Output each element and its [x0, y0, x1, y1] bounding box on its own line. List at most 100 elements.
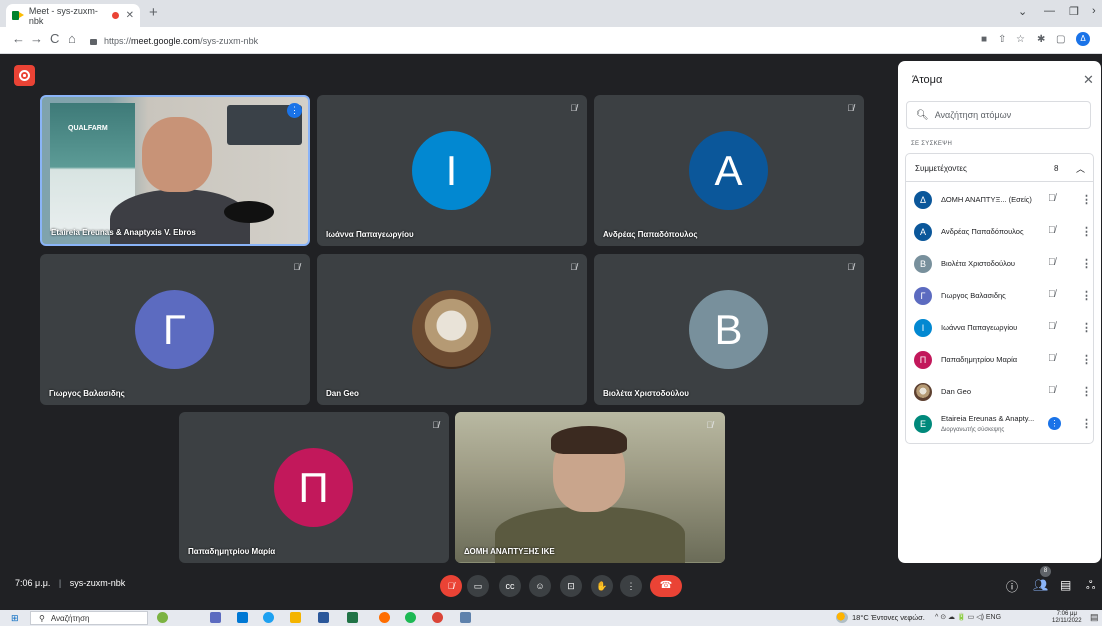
participant-row[interactable]: Ι Ιωάννα Παπαγεωργίου 🎙̸ ⋮ [906, 312, 1093, 344]
close-panel-icon[interactable]: ✕ [1083, 72, 1094, 88]
more-options-icon[interactable]: ⋮ [1081, 417, 1092, 430]
people-count-badge: 8 [1040, 566, 1051, 577]
more-options-icon[interactable]: ⋮ [1081, 193, 1092, 206]
more-options-icon[interactable]: ⋮ [1081, 385, 1092, 398]
minimize-icon[interactable]: — [1044, 5, 1055, 17]
notifications-icon[interactable]: ▤ [1090, 612, 1099, 623]
participant-row[interactable]: Β Βιολέτα Χριστοδούλου 🎙̸ ⋮ [906, 248, 1093, 280]
extensions-icon[interactable]: ✱ [1037, 34, 1045, 45]
browser-tab[interactable]: Meet - sys-zuxm-nbk ✕ [6, 4, 140, 27]
new-tab-icon[interactable]: + [149, 4, 158, 21]
meeting-details-icon[interactable]: ⓘ [1006, 578, 1018, 595]
chrome-icon[interactable] [432, 612, 443, 623]
file-explorer-icon[interactable] [290, 612, 301, 623]
meeting-info: 7:06 μ.μ. | sys-zuxm-nbk [15, 578, 125, 588]
mail-icon[interactable] [237, 612, 248, 623]
search-icon: ⚲ [39, 613, 45, 623]
side-panel-icon[interactable]: ▢ [1056, 34, 1065, 45]
maximize-icon[interactable]: ❐ [1069, 5, 1079, 18]
activities-icon[interactable]: ஃ [1086, 578, 1095, 594]
close-tab-icon[interactable]: ✕ [126, 10, 134, 21]
lock-icon [90, 39, 97, 45]
url-field[interactable]: https://meet.google.com/sys-zuxm-nbk [90, 31, 930, 51]
app-icon[interactable] [460, 612, 471, 623]
mic-off-icon[interactable]: 🎙̸ [1048, 385, 1056, 396]
more-options-icon[interactable]: ⋮ [1081, 225, 1092, 238]
firefox-icon[interactable] [379, 612, 390, 623]
word-icon[interactable] [318, 612, 329, 623]
mic-off-icon[interactable]: 🎙̸ [1048, 321, 1056, 332]
people-icon[interactable]: 👥︎ [1033, 578, 1048, 592]
camera-icon[interactable]: ■ [981, 34, 987, 45]
tile-name: Ιωάννα Παπαγεωργίου [326, 230, 414, 239]
mic-off-icon[interactable]: 🎙̸ [1048, 353, 1056, 364]
participant-avatar: Γ [135, 290, 214, 369]
bookmark-star-icon[interactable]: ☆ [1016, 34, 1025, 45]
mic-off-icon[interactable]: 🎙̸ [1048, 289, 1056, 300]
participant-avatar: Β [914, 255, 932, 273]
participants-header[interactable]: Συμμετέχοντες 8 ︿ [906, 154, 1093, 182]
tab-search-icon[interactable]: ⌄ [1018, 5, 1027, 18]
lang-indicator: ENG [985, 614, 1002, 621]
reload-icon[interactable]: C [50, 31, 59, 46]
participant-tile[interactable]: 🎙̸ Dan Geo [317, 254, 587, 405]
mic-toggle-button[interactable]: 🎙̸ [440, 575, 462, 597]
more-options-icon[interactable]: ⋮ [1081, 353, 1092, 366]
recording-icon[interactable] [14, 65, 35, 86]
people-search-input[interactable]: 🔍︎ Αναζήτηση ατόμων [906, 101, 1091, 129]
profile-avatar[interactable]: Δ [1076, 32, 1090, 46]
home-icon[interactable]: ⌂ [68, 31, 76, 46]
participants-count: 8 [1054, 164, 1059, 173]
spotify-icon[interactable] [405, 612, 416, 623]
self-video-tile[interactable]: 🎙̸ ΔΟΜΗ ΑΝΑΠΤΥΞΗΣ ΙΚΕ [455, 412, 725, 563]
captions-button[interactable]: cc [499, 575, 521, 597]
mic-off-icon: 🎙̸ [293, 262, 300, 272]
raise-hand-button[interactable]: ✋ [591, 575, 613, 597]
taskbar-search[interactable]: ⚲ Αναζήτηση [30, 611, 148, 625]
banner-logo: QUALFARM [68, 125, 108, 132]
meeting-code: sys-zuxm-nbk [69, 578, 126, 588]
more-options-icon[interactable]: ⋮ [1081, 257, 1092, 270]
url-prefix: https:// [104, 36, 132, 46]
participant-tile[interactable]: 🎙̸ Ι Ιωάννα Παπαγεωργίου [317, 95, 587, 246]
participant-row[interactable]: Γ Γιωργος Βαλασιδης 🎙̸ ⋮ [906, 280, 1093, 312]
mic-off-icon[interactable]: 🎙̸ [1048, 257, 1056, 268]
end-call-button[interactable]: ☎ [650, 575, 682, 597]
video-tile[interactable]: QUALFARM ⋮ Etaireia Ereunas & Anaptyxis … [40, 95, 310, 246]
clock-time: 7:06 μμ [1056, 611, 1077, 617]
system-tray[interactable]: ^ ⊙ ☁ 🔋 ▭ ◁) ENG [935, 613, 1001, 621]
more-options-button[interactable]: ⋮ [620, 575, 642, 597]
back-icon[interactable]: ← [12, 31, 25, 46]
more-options-icon[interactable]: ⋮ [1081, 321, 1092, 334]
participant-row[interactable]: E Etaireia Ereunas & Anapty... Διοργανωτής… [906, 408, 1093, 440]
widget-icon[interactable] [157, 612, 168, 623]
participant-row[interactable]: Dan Geo 🎙̸ ⋮ [906, 376, 1093, 408]
forward-icon[interactable]: → [30, 31, 43, 46]
weather-text[interactable]: 18°C Έντονες νεφώσ. [852, 613, 925, 622]
participant-row[interactable]: Π Παπαδημητρίου Μαρία 🎙̸ ⋮ [906, 344, 1093, 376]
mic-off-icon[interactable]: 🎙̸ [1048, 193, 1056, 204]
chevron-up-icon[interactable]: ︿ [1076, 162, 1085, 175]
participant-tile[interactable]: 🎙̸ Α Ανδρέας Παπαδόπουλος [594, 95, 864, 246]
more-options-icon[interactable]: ⋮ [1081, 289, 1092, 302]
windows-start-icon[interactable]: ⊞ [11, 613, 19, 624]
present-button[interactable]: ⊡ [560, 575, 582, 597]
participant-row[interactable]: Δ ΔΟΜΗ ΑΝΑΠΤΥΞ... (Εσείς) 🎙̸ ⋮ [906, 184, 1093, 216]
camera-toggle-button[interactable]: ▭ [467, 575, 489, 597]
participant-tile[interactable]: 🎙̸ Π Παπαδημητρίου Μαρία [179, 412, 449, 563]
participant-row[interactable]: Α Ανδρέας Παπαδόπουλος 🎙̸ ⋮ [906, 216, 1093, 248]
edge-icon[interactable] [263, 612, 274, 623]
mic-off-icon: 🎙̸ [847, 262, 854, 272]
close-window-icon[interactable]: › [1092, 5, 1096, 17]
emoji-button[interactable]: ☺ [529, 575, 551, 597]
task-view-icon[interactable] [210, 612, 221, 623]
mic-off-icon: 🎙̸ [847, 103, 854, 113]
mic-off-icon[interactable]: 🎙̸ [1048, 225, 1056, 236]
tile-name: Βιολέτα Χριστοδούλου [603, 389, 689, 398]
chat-icon[interactable]: ▤ [1060, 578, 1071, 592]
taskbar-clock[interactable]: 7:06 μμ 12/11/2022 [1052, 611, 1082, 625]
participant-tile[interactable]: 🎙̸ Β Βιολέτα Χριστοδούλου [594, 254, 864, 405]
share-icon[interactable]: ⇧ [998, 34, 1006, 45]
excel-icon[interactable] [347, 612, 358, 623]
participant-tile[interactable]: 🎙̸ Γ Γιωργος Βαλασιδης [40, 254, 310, 405]
